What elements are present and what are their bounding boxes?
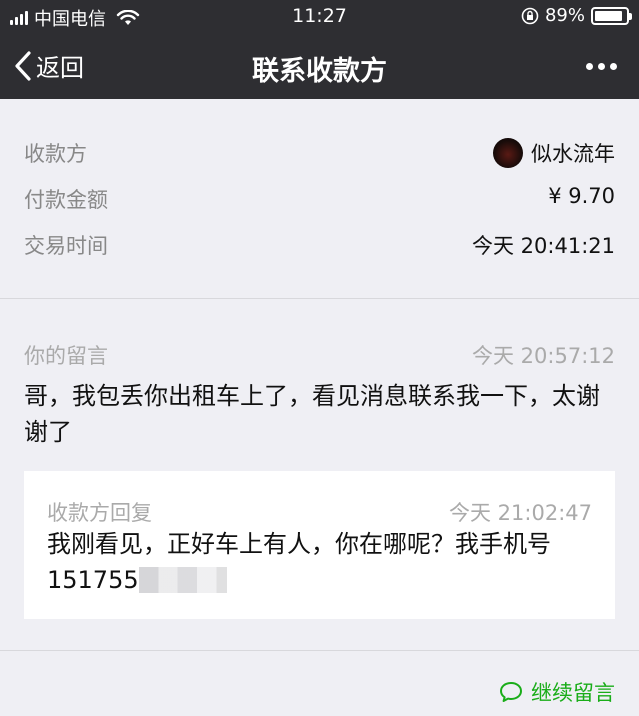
divider (0, 298, 639, 299)
detail-row-payee: 收款方 似水流年 (0, 128, 639, 174)
my-message-header: 你的留言 今天 20:57:12 (24, 340, 615, 370)
more-dot-icon (586, 63, 593, 70)
more-dot-icon (610, 63, 617, 70)
detail-row-time: 交易时间 今天 20:41:21 (0, 220, 639, 266)
divider (0, 650, 639, 651)
page-title: 联系收款方 (252, 56, 387, 87)
continue-message-button[interactable]: 继续留言 (499, 677, 615, 707)
my-message-time: 今天 20:57:12 (472, 344, 615, 368)
status-bar: 中国电信 11:27 89% (0, 0, 639, 32)
detail-value: 似水流年 (493, 138, 615, 168)
payee-avatar[interactable] (493, 138, 523, 168)
reply-phone-visible: 151755 (47, 566, 139, 594)
detail-label: 收款方 (24, 142, 87, 166)
redacted-blur (138, 567, 227, 593)
my-message-label: 你的留言 (24, 344, 108, 368)
status-right: 89% (521, 5, 632, 26)
rotation-lock-icon (521, 7, 539, 24)
chat-bubble-icon (500, 682, 522, 702)
reply-text: 我刚看见，正好车上有人，你在哪呢？我手机号 151755 (47, 526, 592, 598)
reply-label: 收款方回复 (47, 501, 152, 525)
transaction-details: 收款方 似水流年 付款金额 ¥ 9.70 交易时间 今天 20:41:21 (0, 128, 639, 266)
detail-label: 交易时间 (24, 234, 108, 258)
continue-label: 继续留言 (531, 681, 615, 705)
reply-header: 收款方回复 今天 21:02:47 (47, 497, 592, 527)
reply-phone-line: 151755 (47, 562, 592, 598)
my-message-text: 哥，我包丢你出租车上了，看见消息联系我一下，太谢谢了 (24, 382, 600, 446)
battery-percent: 89% (544, 5, 585, 26)
more-button[interactable] (586, 63, 617, 70)
battery-fill (595, 10, 622, 21)
reply-line: 我刚看见，正好车上有人，你在哪呢？我手机号 (47, 530, 551, 558)
battery-icon (591, 6, 632, 25)
payee-reply-card: 收款方回复 今天 21:02:47 我刚看见，正好车上有人，你在哪呢？我手机号 … (24, 471, 615, 619)
reply-time: 今天 21:02:47 (449, 501, 592, 525)
payment-amount: ¥ 9.70 (548, 184, 615, 208)
more-dot-icon (598, 63, 605, 70)
payee-name: 似水流年 (531, 142, 615, 166)
nav-bar: 返回 联系收款方 (0, 32, 639, 99)
detail-row-amount: 付款金额 ¥ 9.70 (0, 174, 639, 220)
transaction-time: 今天 20:41:21 (472, 234, 615, 258)
detail-label: 付款金额 (24, 188, 108, 212)
